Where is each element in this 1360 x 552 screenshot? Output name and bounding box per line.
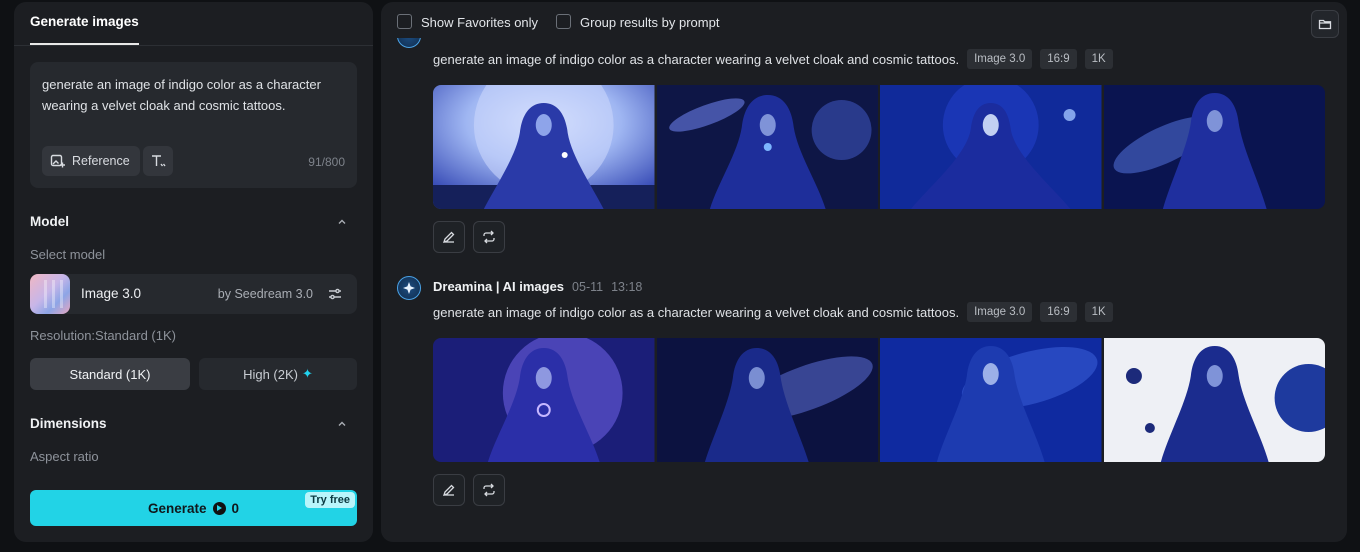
regenerate-button[interactable]: [473, 474, 505, 506]
folder-button[interactable]: [1311, 10, 1339, 38]
tab-bar: Generate images: [30, 2, 139, 45]
pencil-icon: [442, 484, 455, 497]
settings-sliders-icon[interactable]: [327, 286, 343, 302]
favorites-label[interactable]: Show Favorites only: [421, 15, 538, 30]
model-section-title: Model: [30, 214, 69, 229]
tab-divider: [14, 45, 373, 46]
result-prompt-text[interactable]: generate an image of indigo color as a c…: [433, 305, 959, 320]
credit-icon: [212, 501, 226, 515]
ratio-tag: 16:9: [1040, 302, 1077, 322]
author-name: Dreamina | AI images: [433, 279, 565, 294]
generate-panel: Generate images generate an image of ind…: [14, 2, 373, 542]
generate-cost: 0: [231, 500, 240, 516]
model-selector[interactable]: Image 3.0 by Seedream 3.0: [30, 274, 357, 314]
reference-label: Reference: [72, 154, 130, 168]
star-icon: [403, 282, 415, 294]
generate-label: Generate: [147, 500, 207, 516]
result-prompt: generate an image of indigo color as a c…: [433, 302, 1113, 322]
repeat-icon: [483, 230, 495, 244]
generate-button[interactable]: Generate 0 Try free: [30, 490, 357, 526]
pencil-icon: [442, 231, 455, 244]
try-free-badge: Try free: [305, 492, 355, 508]
resolution-standard-button[interactable]: Standard (1K): [30, 358, 190, 390]
edit-button[interactable]: [433, 221, 465, 253]
text-icon: [152, 155, 166, 167]
result-prompt-text[interactable]: generate an image of indigo color as a c…: [433, 52, 959, 67]
text-format-button[interactable]: [143, 146, 173, 176]
group-label[interactable]: Group results by prompt: [580, 15, 719, 30]
result-image[interactable]: [656, 85, 878, 209]
result-author: Dreamina | AI images 05-11 13:18: [433, 279, 642, 294]
resolution-label: Resolution:Standard (1K): [30, 328, 176, 343]
chevron-up-icon[interactable]: [337, 419, 347, 429]
chevron-up-icon[interactable]: [337, 217, 347, 227]
dimensions-section-title: Dimensions: [30, 416, 107, 431]
ratio-tag: 16:9: [1040, 49, 1077, 69]
result-image[interactable]: [880, 85, 1102, 209]
char-count: 91/800: [308, 155, 345, 169]
resolution-high-button[interactable]: High (2K) ✦: [199, 358, 357, 390]
prompt-text[interactable]: generate an image of indigo color as a c…: [42, 74, 342, 116]
folder-icon: [1318, 19, 1332, 30]
result-prompt: generate an image of indigo color as a c…: [433, 49, 1113, 69]
result-image[interactable]: [433, 85, 655, 209]
resolution-tag: 1K: [1084, 49, 1113, 69]
result-time: 13:18: [611, 279, 643, 294]
repeat-icon: [483, 483, 495, 497]
model-tag: Image 3.0: [967, 302, 1033, 322]
model-tag: Image 3.0: [967, 49, 1033, 69]
regenerate-button[interactable]: [473, 221, 505, 253]
result-image[interactable]: [880, 338, 1102, 462]
model-thumbnail: [30, 274, 70, 314]
reference-button[interactable]: Reference: [42, 146, 140, 176]
model-provider: by Seedream 3.0: [217, 287, 313, 301]
result-date: 05-11: [572, 279, 604, 294]
resolution-standard-label: Standard (1K): [69, 366, 151, 382]
sparkle-icon: ✦: [302, 366, 313, 381]
result-image[interactable]: [1103, 85, 1325, 209]
resolution-high-label: High (2K): [243, 366, 298, 382]
dreamina-avatar: [397, 276, 421, 300]
aspect-ratio-label: Aspect ratio: [30, 449, 99, 464]
edit-button[interactable]: [433, 474, 465, 506]
tab-generate-images[interactable]: Generate images: [30, 2, 139, 45]
image-row: [433, 85, 1325, 209]
favorites-checkbox[interactable]: [397, 14, 412, 29]
model-name: Image 3.0: [81, 286, 142, 301]
result-image[interactable]: [1103, 338, 1325, 462]
results-panel: Show Favorites only Group results by pro…: [381, 2, 1347, 542]
result-image[interactable]: [433, 338, 655, 462]
prompt-input[interactable]: generate an image of indigo color as a c…: [30, 62, 357, 188]
select-model-label: Select model: [30, 247, 106, 262]
image-row: [433, 338, 1325, 462]
resolution-tag: 1K: [1084, 302, 1113, 322]
image-add-icon: [50, 154, 65, 168]
group-checkbox[interactable]: [556, 14, 571, 29]
result-image[interactable]: [656, 338, 878, 462]
results-toolbar: Show Favorites only Group results by pro…: [381, 2, 1347, 42]
